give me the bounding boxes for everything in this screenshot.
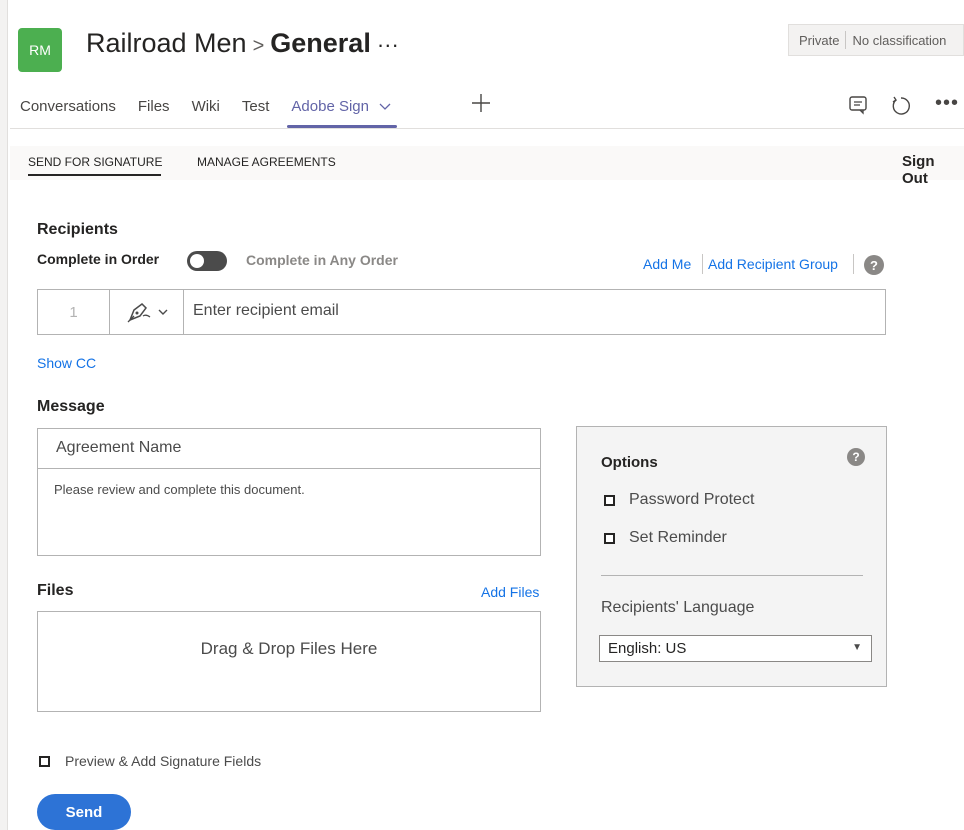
language-label: Recipients' Language (601, 599, 755, 616)
tabs-divider (10, 128, 964, 129)
complete-any-order-label: Complete in Any Order (246, 252, 398, 268)
help-icon[interactable]: ? (864, 255, 884, 275)
divider (702, 254, 703, 274)
recipient-order-number: 1 (38, 290, 110, 334)
channel-name: General (270, 28, 371, 58)
recipient-row: 1 Enter recipient email (37, 289, 886, 335)
tab-files[interactable]: Files (138, 98, 170, 115)
more-options-icon[interactable]: ••• (935, 92, 959, 115)
signer-pen-icon (127, 303, 150, 323)
agreement-name-input[interactable]: Agreement Name (38, 429, 540, 469)
breadcrumb-separator: > (252, 35, 265, 57)
password-protect-checkbox[interactable] (604, 494, 615, 506)
visibility-label: Private (799, 32, 840, 48)
recipient-role-dropdown[interactable] (110, 290, 184, 334)
add-tab-icon[interactable] (470, 88, 492, 122)
sign-out-link[interactable]: Sign Out (902, 153, 964, 187)
password-protect-label: Password Protect (629, 491, 755, 508)
team-avatar[interactable]: RM (18, 28, 62, 72)
subnav-active-underline (28, 174, 161, 176)
chat-icon[interactable] (848, 95, 868, 120)
send-for-signature-tab[interactable]: SEND FOR SIGNATURE (28, 155, 162, 169)
order-toggle[interactable] (187, 251, 227, 271)
tab-test[interactable]: Test (242, 98, 270, 115)
add-me-link[interactable]: Add Me (643, 256, 691, 272)
divider (845, 31, 847, 49)
send-button[interactable]: Send (37, 794, 131, 830)
language-select[interactable]: English: US ▼ (599, 635, 872, 662)
options-divider (601, 575, 863, 576)
drop-zone-text: Drag & Drop Files Here (200, 639, 378, 658)
channel-title: Railroad Men > General ··· (86, 28, 399, 59)
tab-adobe-sign[interactable]: Adobe Sign (287, 98, 398, 128)
toggle-knob (190, 254, 204, 268)
preview-signature-fields-option[interactable]: Preview & Add Signature Fields (39, 753, 261, 769)
complete-in-order-label: Complete in Order (37, 251, 160, 267)
privacy-badge: Private No classification (788, 24, 964, 56)
help-icon[interactable]: ? (847, 448, 865, 466)
set-reminder-option[interactable]: Set Reminder (604, 529, 727, 547)
add-files-link[interactable]: Add Files (481, 584, 539, 600)
set-reminder-checkbox[interactable] (604, 532, 615, 544)
options-heading: Options (601, 454, 658, 471)
language-value: English: US (608, 640, 687, 657)
channel-tabs: Conversations Files Wiki Test Adobe Sign (20, 98, 413, 128)
password-protect-option[interactable]: Password Protect (604, 491, 754, 509)
chevron-down-icon (158, 309, 167, 315)
refresh-icon[interactable] (890, 95, 912, 122)
message-textarea[interactable]: Please review and complete this document… (54, 482, 305, 497)
tab-conversations[interactable]: Conversations (20, 98, 116, 115)
tab-wiki[interactable]: Wiki (192, 98, 220, 115)
file-drop-zone[interactable]: Drag & Drop Files Here (37, 611, 541, 712)
files-heading: Files (37, 582, 74, 599)
classification-label: No classification (852, 32, 947, 48)
channel-more-button[interactable]: ··· (377, 32, 399, 57)
divider (853, 254, 854, 274)
team-name[interactable]: Railroad Men (86, 28, 247, 58)
tab-adobe-sign-label: Adobe Sign (291, 98, 369, 115)
message-heading: Message (37, 398, 105, 415)
dropdown-caret-icon: ▼ (852, 642, 862, 653)
recipients-heading: Recipients (37, 221, 118, 238)
set-reminder-label: Set Reminder (629, 529, 727, 546)
recipient-email-input[interactable]: Enter recipient email (193, 302, 339, 320)
app-left-edge (0, 0, 8, 830)
manage-agreements-tab[interactable]: MANAGE AGREEMENTS (197, 155, 336, 169)
preview-checkbox[interactable] (39, 755, 50, 767)
chevron-down-icon (379, 103, 391, 110)
message-box: Agreement Name Please review and complet… (37, 428, 541, 556)
show-cc-link[interactable]: Show CC (37, 355, 96, 371)
add-recipient-group-link[interactable]: Add Recipient Group (708, 256, 838, 272)
preview-label: Preview & Add Signature Fields (65, 753, 262, 769)
options-panel: Options ? Password Protect Set Reminder … (576, 426, 887, 687)
